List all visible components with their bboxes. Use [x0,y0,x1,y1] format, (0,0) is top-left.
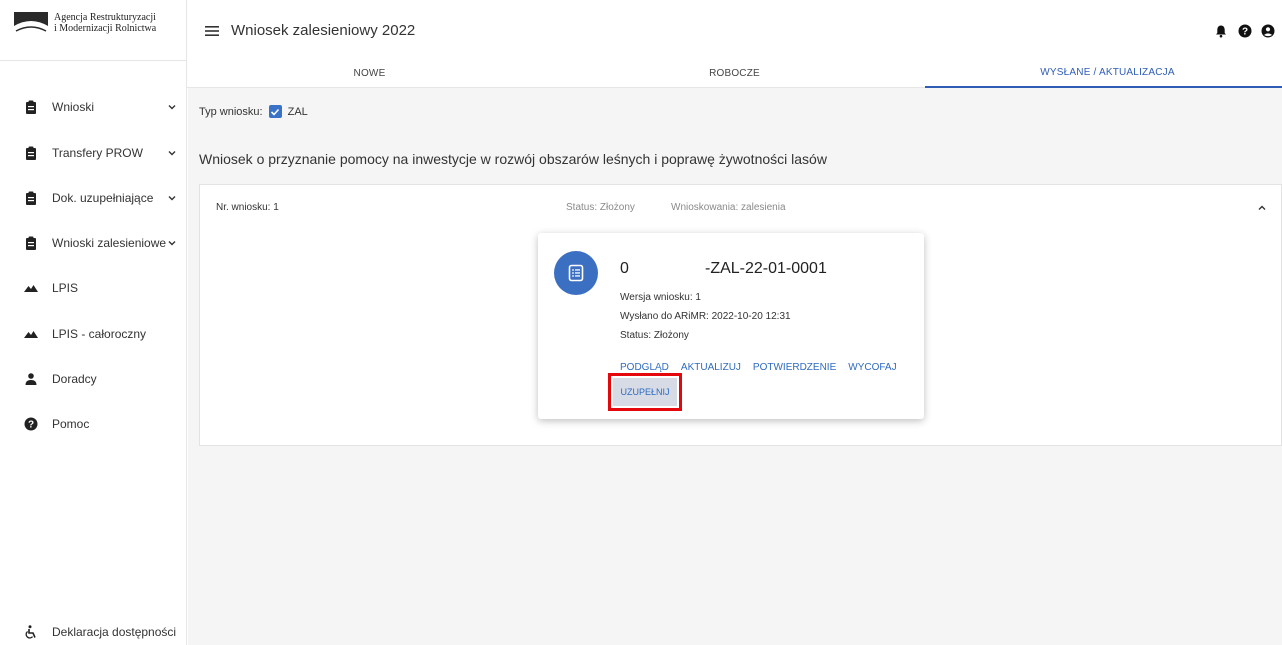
menu-icon[interactable] [205,26,219,36]
filter-label: Typ wniosku: [199,105,263,118]
application-status: Status: Złożony [566,202,635,213]
card-sent-date: Wysłano do ARiMR: 2022-10-20 12:31 [620,311,791,322]
sidebar-item-label: Wnioski zalesieniowe [52,236,167,250]
sidebar-item-lpis[interactable]: LPIS [0,273,187,303]
tab-robocze[interactable]: ROBOCZE [552,58,917,88]
svg-text:?: ? [1242,27,1248,38]
chevron-down-icon [168,241,176,246]
highlight-frame: UZUPEŁNIJ [608,373,682,411]
sidebar: Agencja Restrukturyzacji i Modernizacji … [0,0,187,645]
update-button[interactable]: AKTUALIZUJ [681,362,741,373]
sidebar-item-label: Deklaracja dostępności [52,625,177,639]
page-title: Wniosek zalesieniowy 2022 [231,22,416,39]
zal-checkbox[interactable] [268,105,282,118]
sidebar-item-label: LPIS - całoroczny [52,327,147,341]
chevron-down-icon [168,196,176,201]
clipboard-icon [26,236,36,250]
chevron-down-icon [168,105,176,110]
confirmation-button[interactable]: POTWIERDZENIE [753,362,836,373]
document-list-icon [568,264,584,282]
help-circle-icon: ? [24,417,38,431]
arimr-logo[interactable]: Agencja Restrukturyzacji i Modernizacji … [14,12,156,42]
card-version: Wersja wniosku: 1 [620,292,701,303]
logo-line2: i Modernizacji Rolnictwa [54,23,157,34]
sidebar-item-deklaracja-dostepnosci[interactable]: Deklaracja dostępności [0,622,187,642]
person-icon [25,373,37,385]
section-heading: Wniosek o przyznanie pomocy na inwestycj… [199,151,827,167]
terrain-icon [24,331,38,338]
logo-line1: Agencja Restrukturyzacji [54,12,156,23]
checkbox-label: ZAL [287,105,308,118]
check-icon [271,108,280,116]
tab-bar: NOWE ROBOCZE WYSŁANE / AKTUALIZACJA [187,58,1282,88]
clipboard-icon [26,146,36,160]
clipboard-icon [26,191,36,205]
sidebar-divider [0,60,187,61]
chevron-up-icon[interactable] [1257,203,1267,213]
sidebar-item-label: LPIS [52,281,79,295]
preview-button[interactable]: PODGLĄD [620,362,669,373]
accessibility-icon [25,625,36,639]
terrain-icon [24,285,38,292]
sidebar-item-transfery-prow[interactable]: Transfery PROW [0,138,187,168]
sidebar-item-label: Pomoc [52,417,90,431]
card-actions: PODGLĄD AKTUALIZUJ POTWIERDZENIE WYCOFAJ [620,362,909,373]
application-number: Nr. wniosku: 1 [216,202,279,213]
card-id-prefix: 0 [620,260,629,277]
card-id: -ZAL-22-01-0001 [705,260,827,277]
logo-text: Agencja Restrukturyzacji i Modernizacji … [54,12,156,34]
application-card: 0 -ZAL-22-01-0001 Wersja wniosku: 1 Wysł… [538,233,924,419]
sidebar-item-label: Wnioski [52,100,95,114]
logo-mark-icon [14,12,48,36]
bell-icon[interactable] [1214,24,1228,38]
sidebar-item-label: Doradcy [52,372,97,386]
sidebar-item-wnioski-zalesieniowe[interactable]: Wnioski zalesieniowe [0,228,187,258]
application-type: Wnioskowania: zalesienia [671,202,786,213]
sidebar-item-label: Transfery PROW [52,146,143,160]
svg-text:?: ? [28,420,34,431]
withdraw-button[interactable]: WYCOFAJ [848,362,896,373]
sidebar-item-label: Dok. uzupełniające [52,191,154,205]
sidebar-item-lpis-caloroczny[interactable]: LPIS - całoroczny [0,319,187,349]
top-bar: Wniosek zalesieniowy 2022 ? [187,0,1282,58]
application-type-filter: Typ wniosku: ZAL [199,105,308,118]
card-status: Status: Złożony [620,330,689,341]
document-avatar [554,251,598,295]
supplement-button[interactable]: UZUPEŁNIJ [613,378,677,406]
clipboard-icon [26,100,36,114]
sidebar-item-wnioski[interactable]: Wnioski [0,92,187,122]
tab-wyslane-aktualizacja[interactable]: WYSŁANE / AKTUALIZACJA [925,58,1282,88]
tab-nowe[interactable]: NOWE [187,58,552,88]
account-icon[interactable] [1261,24,1275,38]
sidebar-item-dok-uzupelniajace[interactable]: Dok. uzupełniające [0,183,187,213]
help-icon[interactable]: ? [1238,24,1252,38]
sidebar-item-pomoc[interactable]: ? Pomoc [0,409,187,439]
sidebar-item-doradcy[interactable]: Doradcy [0,364,187,394]
chevron-down-icon [168,151,176,156]
